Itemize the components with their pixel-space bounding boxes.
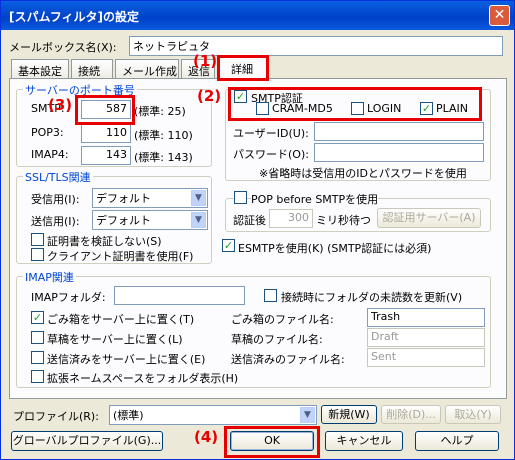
highlight-smtp-auth	[228, 87, 482, 121]
password-label: パスワード(O):	[233, 148, 309, 161]
client-cert-label: クライアント証明書を使用(F)	[47, 250, 194, 263]
wait-ms-input[interactable]: 300	[269, 209, 313, 228]
ssl-send-label: 送信用(I):	[31, 215, 80, 228]
annotation-4: (4)	[194, 428, 219, 446]
chevron-down-icon: ▼	[191, 212, 206, 228]
tab-basic[interactable]: 基本設定	[11, 59, 69, 79]
trash-name-input[interactable]: Trash	[367, 308, 485, 327]
auth-note: ※省略時は受信用のIDとパスワードを使用	[259, 167, 467, 180]
sent-on-server-label: 送信済みをサーバー上に置く(E)	[47, 353, 206, 366]
pop-before-checkbox[interactable]	[234, 191, 247, 204]
cancel-button[interactable]: キャンセル	[325, 431, 403, 451]
client-cert-checkbox[interactable]	[31, 248, 44, 261]
imap4-port-input[interactable]: 143	[81, 146, 131, 165]
pop3-port-label: POP3:	[31, 126, 64, 139]
ssl-recv-select[interactable]: デフォルト ▼	[92, 188, 208, 208]
imap-title: IMAP関連	[23, 269, 76, 285]
pop-before-label: POP before SMTPを使用	[251, 191, 379, 207]
pop3-port-note: (標準: 110)	[134, 129, 193, 142]
global-profile-button[interactable]: グローバルプロファイル(G)...	[11, 431, 163, 451]
draft-name-input[interactable]: Draft	[367, 328, 485, 347]
ssl-recv-value: デフォルト	[96, 192, 151, 205]
help-button[interactable]: ヘルプ	[415, 431, 499, 451]
ssl-title: SSL/TLS関連	[23, 169, 93, 185]
window-title: [スパムフィルタ]の設定	[9, 10, 140, 24]
sent-on-server-checkbox[interactable]	[31, 351, 44, 364]
close-button[interactable]: ✕	[489, 5, 510, 26]
profile-import-button[interactable]: 取込(Y)	[445, 405, 501, 424]
draft-name-label: 草稿のファイル名:	[231, 333, 323, 346]
annotation-1: (1)	[193, 52, 218, 70]
profile-label: プロファイル(R):	[13, 410, 99, 423]
title-bar[interactable]: [スパムフィルタ]の設定 ✕	[1, 1, 514, 30]
password-input[interactable]	[314, 143, 484, 162]
trash-on-server-label: ごみ箱をサーバー上に置く(T)	[47, 313, 195, 326]
smtp-port-note: (標準: 25)	[134, 105, 186, 118]
draft-on-server-label: 草稿をサーバー上に置く(L)	[47, 333, 183, 346]
ssl-send-value: デフォルト	[96, 214, 151, 227]
tab-compose[interactable]: メール作成	[115, 59, 179, 79]
highlight-smtp-port	[75, 95, 135, 125]
ext-namespace-checkbox[interactable]	[31, 370, 44, 383]
esmtp-label: ESMTPを使用(K) (SMTP認証には必須)	[238, 242, 432, 255]
mailbox-label: メールボックス名(X):	[9, 41, 117, 54]
mailbox-name-input[interactable]: ネットラピュタ	[129, 36, 503, 56]
profile-delete-button[interactable]: 削除(D)...	[381, 405, 441, 424]
annotation-2: (2)	[197, 87, 222, 105]
imap-folder-input[interactable]	[114, 286, 245, 305]
ext-namespace-label: 拡張ネームスペースをフォルダ表示(H)	[47, 372, 239, 385]
chevron-down-icon: ▼	[300, 407, 315, 423]
trash-name-label: ごみ箱のファイル名:	[231, 313, 334, 326]
highlight-ok-button	[224, 426, 320, 458]
wait-label: 認証後	[233, 214, 266, 227]
no-verify-cert-checkbox[interactable]	[31, 233, 44, 246]
auth-server-button[interactable]: 認証用サーバー(A)	[377, 208, 481, 228]
sent-name-label: 送信済みのファイル名:	[231, 353, 345, 366]
profile-select[interactable]: (標準) ▼	[109, 405, 317, 425]
wait-unit: ミリ秒待つ	[316, 214, 371, 227]
tab-connection[interactable]: 接続	[71, 59, 113, 79]
sent-name-input[interactable]: Sent	[367, 348, 485, 367]
pop3-port-input[interactable]: 110	[81, 124, 131, 143]
highlight-details-tab	[217, 55, 269, 81]
annotation-3: (3)	[48, 96, 73, 114]
imap-folder-label: IMAPフォルダ:	[31, 291, 106, 304]
update-unread-label: 接続時にフォルダの未読数を更新(V)	[281, 291, 463, 304]
ssl-send-select[interactable]: デフォルト ▼	[92, 210, 208, 230]
userid-label: ユーザーID(U):	[233, 127, 309, 140]
imap4-port-note: (標準: 143)	[134, 151, 193, 164]
settings-window: [スパムフィルタ]の設定 ✕ メールボックス名(X): ネットラピュタ 基本設定…	[0, 0, 515, 460]
chevron-down-icon: ▼	[191, 190, 206, 206]
no-verify-cert-label: 証明書を検証しない(S)	[47, 235, 162, 248]
update-unread-checkbox[interactable]	[264, 289, 277, 302]
profile-new-button[interactable]: 新規(W)	[321, 405, 377, 424]
esmtp-checkbox[interactable]: ✓	[222, 239, 235, 252]
draft-on-server-checkbox[interactable]	[31, 331, 44, 344]
profile-value: (標準)	[113, 409, 144, 422]
trash-on-server-checkbox[interactable]: ✓	[31, 311, 44, 324]
ssl-recv-label: 受信用(I):	[31, 193, 80, 206]
userid-input[interactable]	[314, 122, 484, 141]
imap4-port-label: IMAP4:	[31, 148, 69, 161]
